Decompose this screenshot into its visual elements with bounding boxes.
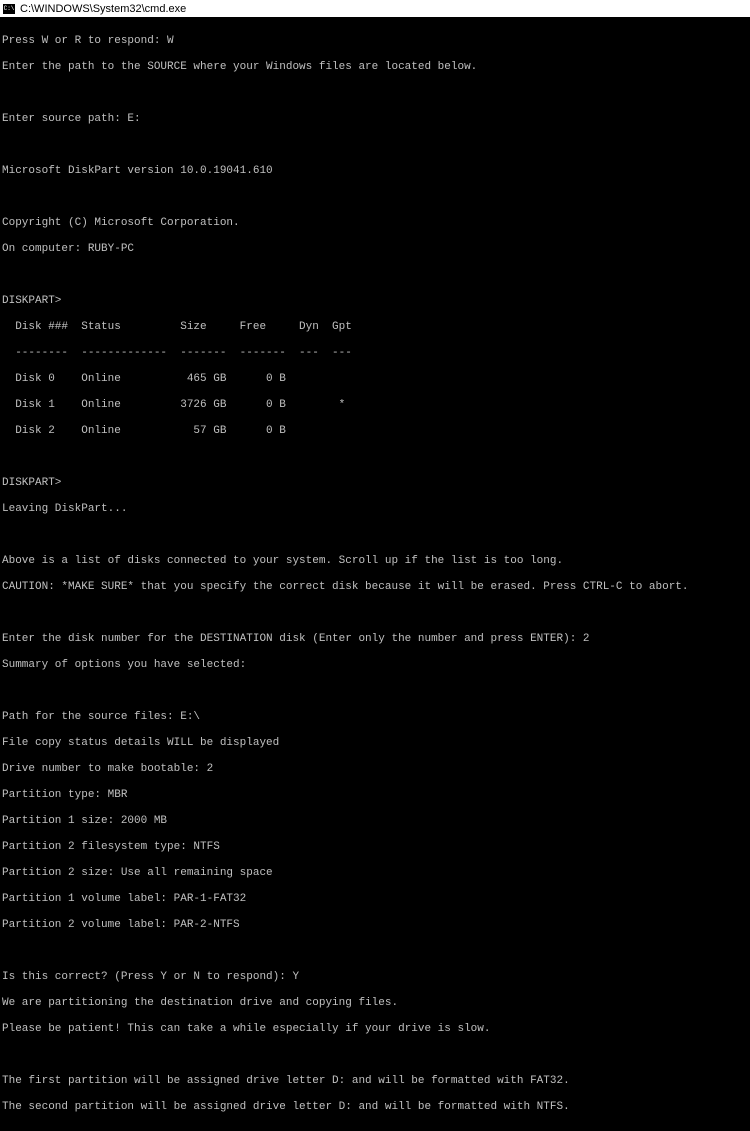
table-divider: -------- ------------- ------- ------- -… <box>2 347 748 360</box>
output-line: Partition 2 volume label: PAR-2-NTFS <box>2 919 748 932</box>
output-line: The first partition will be assigned dri… <box>2 1075 748 1088</box>
output-line: Partition 1 size: 2000 MB <box>2 815 748 828</box>
output-line <box>2 451 748 464</box>
output-line: Enter the path to the SOURCE where your … <box>2 61 748 74</box>
output-line: Press W or R to respond: W <box>2 35 748 48</box>
output-line: Microsoft DiskPart version 10.0.19041.61… <box>2 165 748 178</box>
output-line: Please be patient! This can take a while… <box>2 1023 748 1036</box>
output-line <box>2 139 748 152</box>
window-title: C:\WINDOWS\System32\cmd.exe <box>20 3 186 15</box>
output-line <box>2 529 748 542</box>
output-line: Above is a list of disks connected to yo… <box>2 555 748 568</box>
output-line <box>2 685 748 698</box>
output-line: On computer: RUBY-PC <box>2 243 748 256</box>
output-line: Copyright (C) Microsoft Corporation. <box>2 217 748 230</box>
output-line: Partition 2 size: Use all remaining spac… <box>2 867 748 880</box>
output-line <box>2 87 748 100</box>
output-line <box>2 1049 748 1062</box>
cmd-icon <box>2 3 16 15</box>
output-line: CAUTION: *MAKE SURE* that you specify th… <box>2 581 748 594</box>
output-line: We are partitioning the destination driv… <box>2 997 748 1010</box>
table-row: Disk 2 Online 57 GB 0 B <box>2 425 748 438</box>
output-line: Drive number to make bootable: 2 <box>2 763 748 776</box>
output-line: File copy status details WILL be display… <box>2 737 748 750</box>
diskpart-prompt: DISKPART> <box>2 295 748 308</box>
table-row: Disk 0 Online 465 GB 0 B <box>2 373 748 386</box>
output-line: Is this correct? (Press Y or N to respon… <box>2 971 748 984</box>
output-line: Summary of options you have selected: <box>2 659 748 672</box>
output-line <box>2 191 748 204</box>
output-line <box>2 607 748 620</box>
output-line: Path for the source files: E:\ <box>2 711 748 724</box>
output-line: Partition type: MBR <box>2 789 748 802</box>
table-row: Disk 1 Online 3726 GB 0 B * <box>2 399 748 412</box>
output-line: Partition 1 volume label: PAR-1-FAT32 <box>2 893 748 906</box>
output-line: Leaving DiskPart... <box>2 503 748 516</box>
table-header: Disk ### Status Size Free Dyn Gpt <box>2 321 748 334</box>
output-line: Partition 2 filesystem type: NTFS <box>2 841 748 854</box>
output-line: The second partition will be assigned dr… <box>2 1101 748 1114</box>
output-line: Enter the disk number for the DESTINATIO… <box>2 633 748 646</box>
output-line: Enter source path: E: <box>2 113 748 126</box>
output-line <box>2 269 748 282</box>
terminal-output[interactable]: Press W or R to respond: W Enter the pat… <box>0 18 750 1131</box>
window-titlebar: C:\WINDOWS\System32\cmd.exe <box>0 0 750 18</box>
diskpart-prompt: DISKPART> <box>2 477 748 490</box>
output-line <box>2 945 748 958</box>
